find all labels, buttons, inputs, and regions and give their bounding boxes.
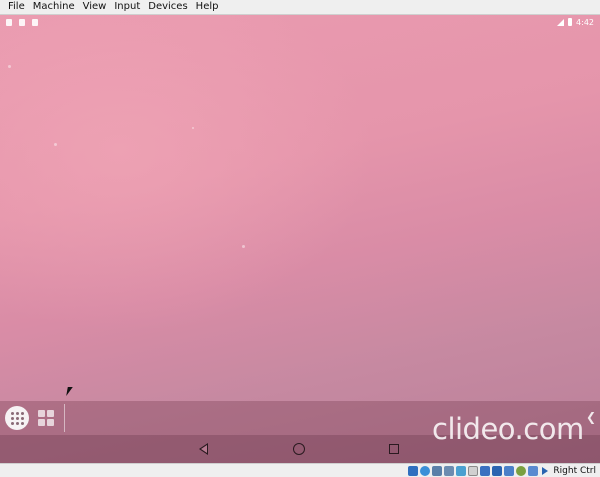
android-screen[interactable]: 4:42 ❮: [0, 15, 600, 463]
cpu-icon[interactable]: [504, 465, 515, 476]
menu-input[interactable]: Input: [110, 0, 144, 14]
chevron-left-icon[interactable]: ❮: [586, 410, 596, 424]
vbox-status-bar: Right Ctrl: [0, 463, 600, 477]
watermark: clideo.com: [432, 412, 584, 446]
audio-icon[interactable]: [432, 465, 443, 476]
network-icon[interactable]: [444, 465, 455, 476]
mouse-integration-icon[interactable]: [528, 465, 539, 476]
usb-icon[interactable]: [456, 465, 467, 476]
doc-icon: [6, 18, 12, 26]
wallpaper-sparkle: [8, 65, 11, 68]
recent-apps-grid-icon[interactable]: [38, 410, 54, 426]
host-key-label: Right Ctrl: [553, 465, 596, 476]
wallpaper-sparkle: [242, 245, 245, 248]
hard-disk-icon[interactable]: [408, 465, 419, 476]
signal-icon: [557, 18, 565, 26]
back-icon[interactable]: [199, 443, 208, 455]
battery-icon: [568, 18, 573, 26]
wallpaper-sparkle: [54, 143, 57, 146]
system-icons: 4:42: [557, 18, 594, 27]
optical-drive-icon[interactable]: [420, 465, 431, 476]
android-status-bar[interactable]: 4:42: [0, 15, 600, 29]
menu-devices[interactable]: Devices: [144, 0, 191, 14]
taskbar-divider: [64, 404, 65, 432]
all-apps-button[interactable]: [5, 406, 29, 430]
menu-machine[interactable]: Machine: [29, 0, 79, 14]
shared-folders-icon[interactable]: [468, 465, 479, 476]
menu-file[interactable]: File: [4, 0, 29, 14]
notification-icons: [6, 18, 38, 26]
image-icon: [19, 18, 25, 26]
menu-help[interactable]: Help: [192, 0, 223, 14]
menu-view[interactable]: View: [79, 0, 111, 14]
clock: 4:42: [576, 17, 594, 27]
apps-grid-icon: [10, 411, 24, 425]
virtualization-icon[interactable]: [516, 465, 527, 476]
vbox-menubar: File Machine View Input Devices Help: [0, 0, 600, 15]
mouse-cursor-icon: [66, 387, 73, 396]
wallpaper-sparkle: [192, 127, 194, 129]
home-icon[interactable]: [293, 443, 305, 455]
overview-icon[interactable]: [389, 444, 399, 454]
recording-icon[interactable]: [492, 465, 503, 476]
display-icon[interactable]: [480, 465, 491, 476]
sd-card-icon: [32, 18, 38, 26]
host-key-arrow-icon: [542, 466, 549, 475]
